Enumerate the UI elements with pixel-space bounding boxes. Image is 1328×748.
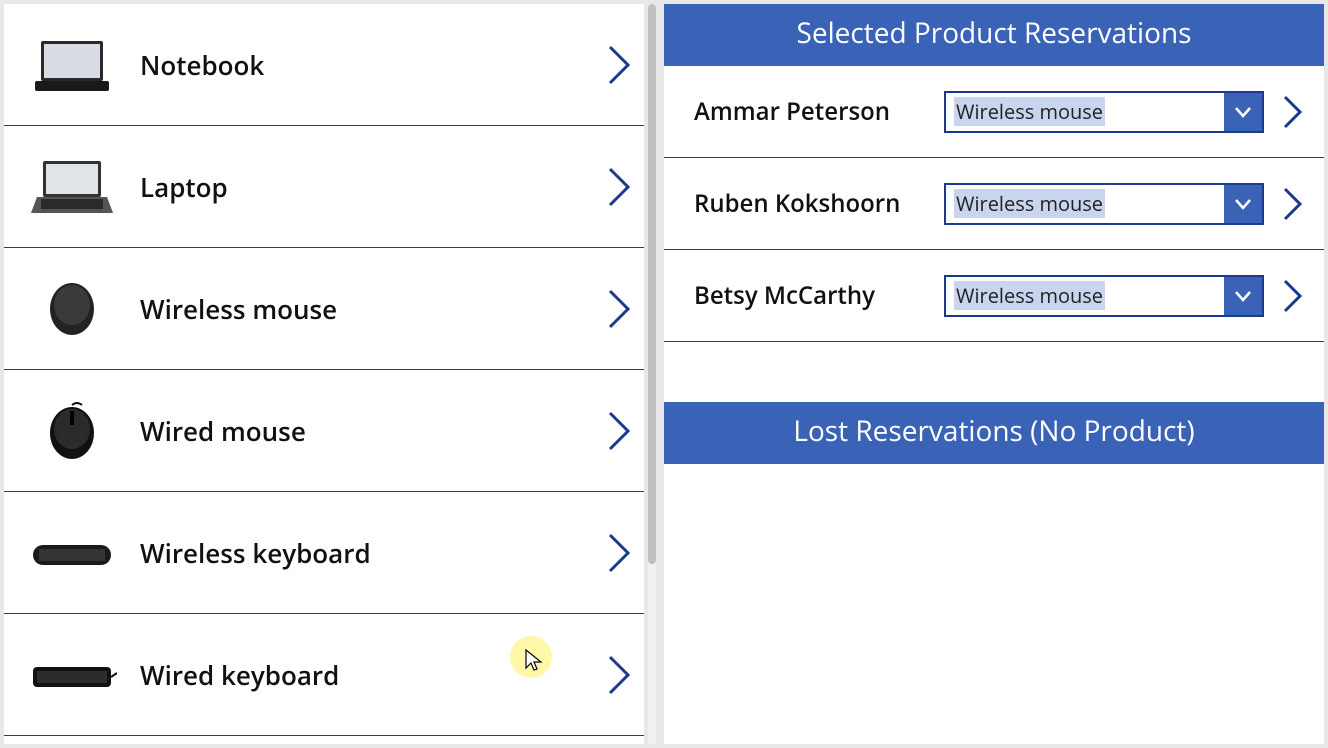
chevron-down-icon[interactable] (1224, 93, 1262, 131)
chevron-down-icon[interactable] (1224, 277, 1262, 315)
mouse-wireless-icon (22, 269, 122, 349)
product-label: Laptop (140, 169, 606, 205)
scrollbar-thumb[interactable] (648, 4, 656, 564)
chevron-right-icon (606, 531, 634, 575)
product-select-value: Wireless mouse (946, 97, 1224, 126)
reservation-row: Betsy McCarthy Wireless mouse (664, 250, 1324, 342)
mouse-wired-icon (22, 391, 122, 471)
chevron-down-icon[interactable] (1224, 185, 1262, 223)
product-label: Wired mouse (140, 413, 606, 449)
chevron-right-icon (606, 409, 634, 453)
product-select-value: Wireless mouse (946, 281, 1224, 310)
product-label: Notebook (140, 47, 606, 83)
keyboard-wired-icon (22, 635, 122, 715)
product-item-wireless-mouse[interactable]: Wireless mouse (4, 248, 644, 370)
chevron-right-icon (606, 43, 634, 87)
person-name: Ammar Peterson (694, 95, 944, 128)
lost-reservations-header: Lost Reservations (No Product) (664, 402, 1324, 464)
chevron-right-icon[interactable] (1282, 94, 1304, 130)
product-list: Notebook Laptop (4, 4, 644, 744)
scrollbar[interactable] (648, 4, 656, 744)
product-item-laptop[interactable]: Laptop (4, 126, 644, 248)
reservation-row: Ammar Peterson Wireless mouse (664, 66, 1324, 158)
product-select[interactable]: Wireless mouse (944, 91, 1264, 133)
product-item-wired-mouse[interactable]: Wired mouse (4, 370, 644, 492)
chevron-right-icon[interactable] (1282, 186, 1304, 222)
product-select-value: Wireless mouse (946, 189, 1224, 218)
laptop-icon (22, 147, 122, 227)
product-item-wireless-keyboard[interactable]: Wireless keyboard (4, 492, 644, 614)
person-name: Betsy McCarthy (694, 279, 944, 312)
chevron-right-icon (606, 165, 634, 209)
keyboard-wireless-icon (22, 513, 122, 593)
product-item-notebook[interactable]: Notebook (4, 4, 644, 126)
chevron-right-icon (606, 653, 634, 697)
chevron-right-icon[interactable] (1282, 278, 1304, 314)
product-select[interactable]: Wireless mouse (944, 183, 1264, 225)
product-label: Wired keyboard (140, 657, 606, 693)
person-name: Ruben Kokshoorn (694, 187, 944, 220)
product-item-wired-keyboard[interactable]: Wired keyboard (4, 614, 644, 736)
notebook-icon (22, 25, 122, 105)
selected-reservations-header: Selected Product Reservations (664, 4, 1324, 66)
product-select[interactable]: Wireless mouse (944, 275, 1264, 317)
right-panel: Selected Product Reservations Ammar Pete… (664, 4, 1324, 744)
reservation-row: Ruben Kokshoorn Wireless mouse (664, 158, 1324, 250)
chevron-right-icon (606, 287, 634, 331)
product-label: Wireless mouse (140, 291, 606, 327)
product-label: Wireless keyboard (140, 535, 606, 571)
